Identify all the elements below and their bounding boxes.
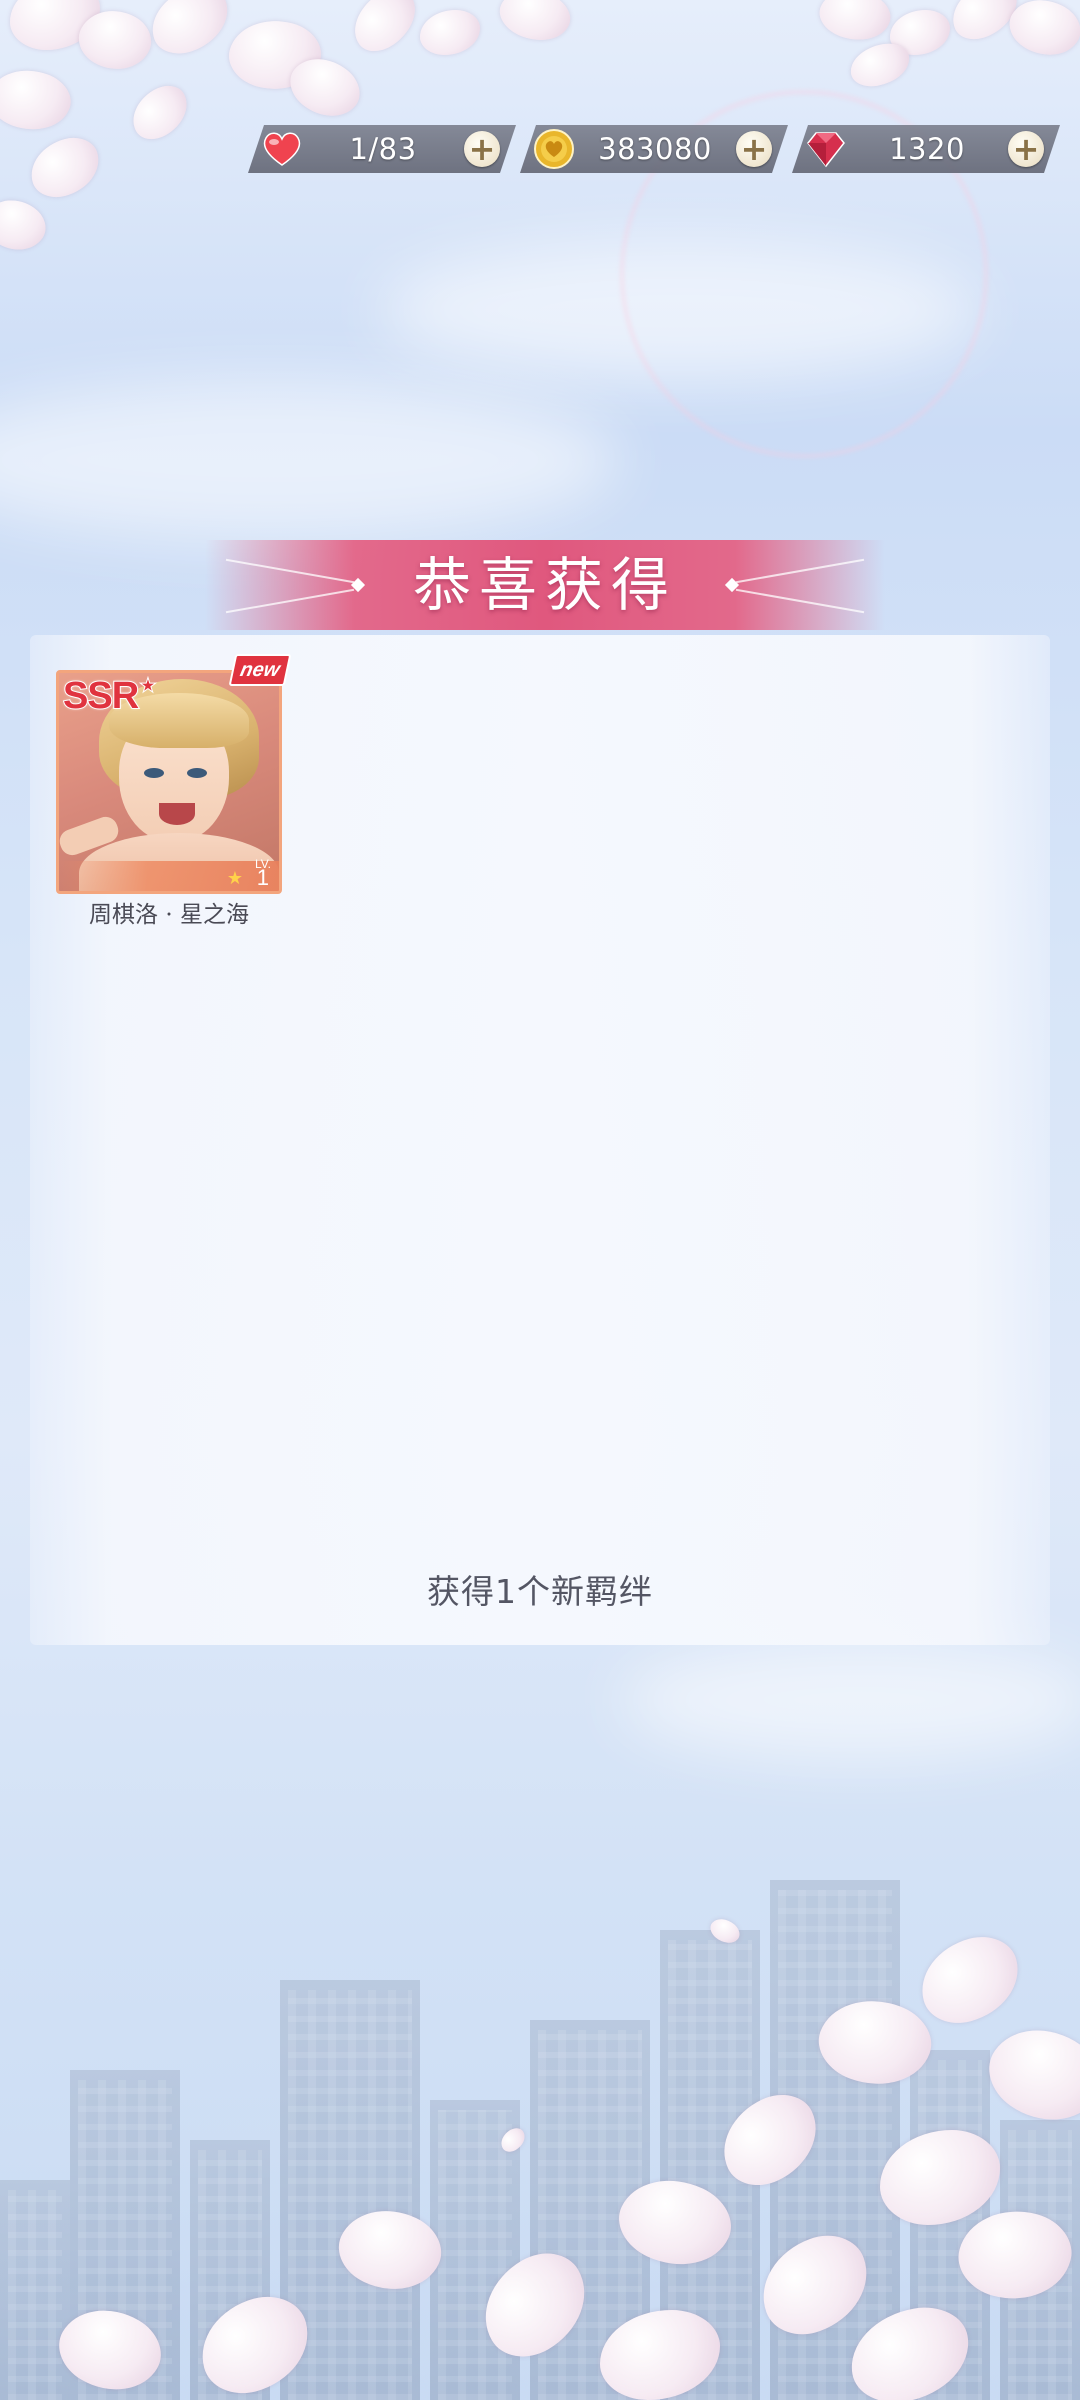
cloud-decoration [0,380,620,540]
coin-counter: 383080 + [520,125,788,173]
coin-value: 383080 [598,132,712,166]
diamond-icon [804,127,848,171]
character-name: 周棋洛 · 星之海 [89,902,249,928]
add-gems-button[interactable]: + [1008,131,1044,167]
reward-summary: 获得1个新羁绊 [427,1572,653,1611]
congrats-banner: 恭喜获得 [205,540,885,630]
gem-counter: 1320 + [792,125,1060,173]
stamina-counter: 1/83 + [248,125,516,173]
new-badge: new [228,654,292,686]
rarity-badge: SSR [62,674,140,718]
city-skyline [0,1760,1080,2400]
cloud-decoration [620,1640,1080,1760]
rarity-star-icon: ★ [139,673,158,698]
gem-value: 1320 [889,132,965,166]
reward-screen[interactable]: 1/83 + 383080 + 1320 + 恭喜获得 SSR ★ ★ LV. … [0,0,1080,2400]
add-stamina-button[interactable]: + [464,131,500,167]
character-card[interactable]: SSR ★ ★ LV. 1 [56,670,282,894]
star-rating-icon: ★ [226,868,243,889]
level-value: 1 [256,865,269,890]
card-footer [59,861,279,891]
coin-icon [532,127,576,171]
add-coins-button[interactable]: + [736,131,772,167]
stamina-value: 1/83 [349,132,417,166]
heart-icon [260,127,304,171]
banner-title: 恭喜获得 [412,551,677,619]
